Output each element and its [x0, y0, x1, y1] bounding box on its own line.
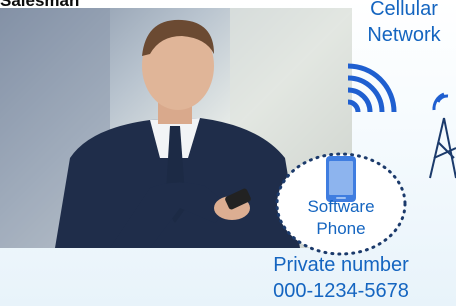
cellular-waves-icon [347, 63, 397, 113]
cellular-network-label: Cellular Network [367, 0, 441, 46]
salesman-caption: Salesman [0, 0, 80, 10]
private-number-label: Private number 000-1234-5678 [273, 254, 409, 302]
software-phone-label: Software Phone [307, 197, 375, 238]
cell-tower-icon [429, 92, 456, 179]
